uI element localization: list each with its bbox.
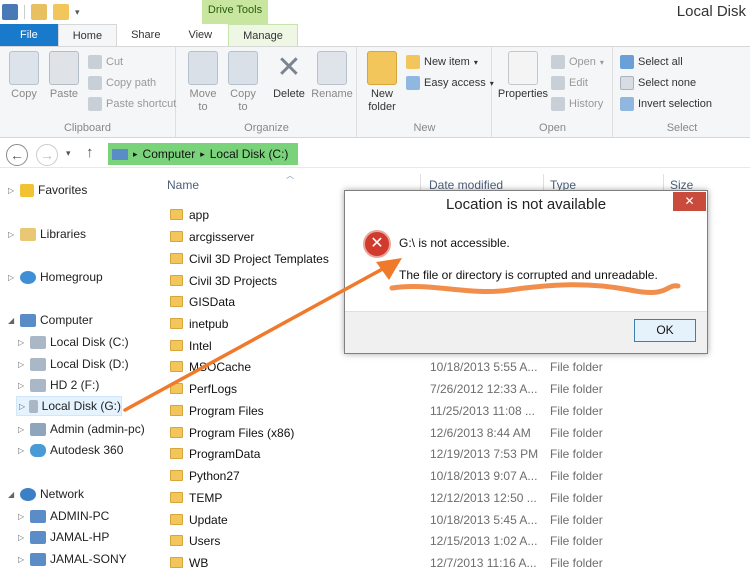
annotation-overlay [123, 258, 681, 412]
annotation-arrow-line [123, 264, 390, 412]
annotation-underline [389, 282, 681, 295]
